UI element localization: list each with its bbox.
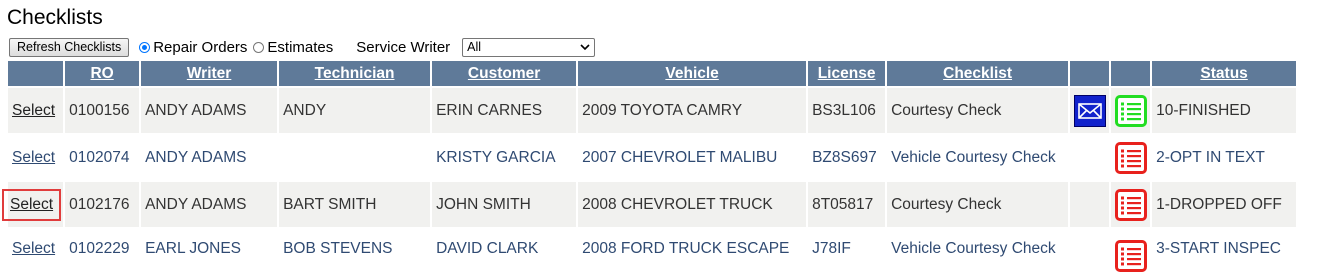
writer-cell: EARL JONES <box>141 229 278 274</box>
radio-repair-orders[interactable]: Repair Orders <box>139 39 247 56</box>
checklist-icon[interactable] <box>1114 240 1147 272</box>
license-cell: BZ8S697 <box>808 135 886 182</box>
list-cell <box>1111 135 1151 182</box>
checklist-icon[interactable] <box>1114 94 1147 127</box>
checklist-cell: Courtesy Check <box>887 88 1069 135</box>
list-cell <box>1111 182 1151 229</box>
checklist-cell: Courtesy Check <box>887 182 1069 229</box>
checklist-cell: Vehicle Courtesy Check <box>887 135 1069 182</box>
email-cell <box>1070 229 1110 274</box>
select-link[interactable]: Select <box>12 240 55 257</box>
customer-cell: DAVID CLARK <box>432 229 577 274</box>
license-cell: J78IF <box>808 229 886 274</box>
technician-cell <box>279 135 431 182</box>
select-link[interactable]: Select <box>12 102 55 119</box>
status-cell: 2-OPT IN TEXT <box>1152 135 1297 182</box>
select-cell: Select <box>1 182 64 229</box>
list-cell <box>1111 229 1151 274</box>
envelope-icon[interactable] <box>1073 94 1106 127</box>
col-header-customer[interactable]: Customer <box>432 61 577 88</box>
technician-cell: ANDY <box>279 88 431 135</box>
table-row: Select 0102074 ANDY ADAMS KRISTY GARCIA 2007… <box>8 135 1297 182</box>
service-writer-value: All <box>467 40 482 54</box>
vehicle-cell: 2007 CHEVROLET MALIBU <box>578 135 807 182</box>
radio-repair-orders-indicator[interactable] <box>139 41 151 53</box>
radio-estimates-indicator[interactable] <box>253 41 265 53</box>
writer-cell: ANDY ADAMS <box>141 135 278 182</box>
ro-cell: 0102074 <box>65 135 140 182</box>
table-row: Select 0102176 ANDY ADAMS BART SMITH JOHN SM… <box>1 182 1297 229</box>
checklist-icon[interactable] <box>1114 188 1147 221</box>
table-row: Select 0100156 ANDY ADAMS ANDY ERIN CARNES 20… <box>8 88 1297 135</box>
email-cell <box>1070 88 1110 135</box>
select-cell: Select <box>8 135 64 182</box>
checklist-icon[interactable] <box>1114 141 1147 174</box>
table-header-row: RO Writer Technician Customer Vehicle Li… <box>8 61 1297 88</box>
status-cell: 1-DROPPED OFF <box>1152 182 1297 229</box>
radio-repair-orders-label: Repair Orders <box>153 38 248 56</box>
select-cell: Select <box>8 88 64 135</box>
license-cell: 8T05817 <box>808 182 886 229</box>
service-writer-label: Service Writer <box>356 38 451 56</box>
col-header-list <box>1111 61 1151 88</box>
status-cell: 3-START INSPEC <box>1152 229 1297 274</box>
vehicle-cell: 2008 FORD TRUCK ESCAPE <box>578 229 807 274</box>
checklist-cell: Vehicle Courtesy Check <box>887 229 1069 274</box>
customer-cell: ERIN CARNES <box>432 88 577 135</box>
radio-estimates[interactable]: Estimates <box>253 39 333 56</box>
refresh-checklists-button[interactable]: Refresh Checklists <box>9 37 130 57</box>
vehicle-cell: 2008 CHEVROLET TRUCK <box>578 182 807 229</box>
col-header-technician[interactable]: Technician <box>279 61 431 88</box>
col-header-ro[interactable]: RO <box>65 61 140 88</box>
email-cell <box>1070 135 1110 182</box>
service-writer-select[interactable]: All <box>462 37 596 57</box>
page-title: Checklists <box>7 6 103 29</box>
toolbar: Refresh Checklists Repair Orders Estimat… <box>9 37 596 57</box>
email-cell <box>1070 182 1110 229</box>
list-cell <box>1111 88 1151 135</box>
col-header-select <box>8 61 64 88</box>
technician-cell: BART SMITH <box>279 182 431 229</box>
chevron-down-icon <box>580 44 590 51</box>
highlight-box: Select <box>1 188 62 221</box>
select-cell: Select <box>8 229 64 274</box>
select-link[interactable]: Select <box>12 149 55 166</box>
col-header-license[interactable]: License <box>808 61 886 88</box>
table-row: Select 0102229 EARL JONES BOB STEVENS DAVID … <box>8 229 1297 274</box>
col-header-checklist[interactable]: Checklist <box>887 61 1069 88</box>
checklist-table: RO Writer Technician Customer Vehicle Li… <box>1 61 1298 274</box>
col-header-writer[interactable]: Writer <box>141 61 278 88</box>
customer-cell: KRISTY GARCIA <box>432 135 577 182</box>
ro-cell: 0102229 <box>65 229 140 274</box>
technician-cell: BOB STEVENS <box>279 229 431 274</box>
col-header-email <box>1070 61 1110 88</box>
select-link[interactable]: Select <box>10 196 53 213</box>
customer-cell: JOHN SMITH <box>432 182 577 229</box>
ro-cell: 0102176 <box>65 182 140 229</box>
writer-cell: ANDY ADAMS <box>141 182 278 229</box>
writer-cell: ANDY ADAMS <box>141 88 278 135</box>
col-header-status[interactable]: Status <box>1152 61 1297 88</box>
ro-cell: 0100156 <box>65 88 140 135</box>
col-header-vehicle[interactable]: Vehicle <box>578 61 807 88</box>
license-cell: BS3L106 <box>808 88 886 135</box>
radio-estimates-label: Estimates <box>267 38 334 56</box>
vehicle-cell: 2009 TOYOTA CAMRY <box>578 88 807 135</box>
status-cell: 10-FINISHED <box>1152 88 1297 135</box>
